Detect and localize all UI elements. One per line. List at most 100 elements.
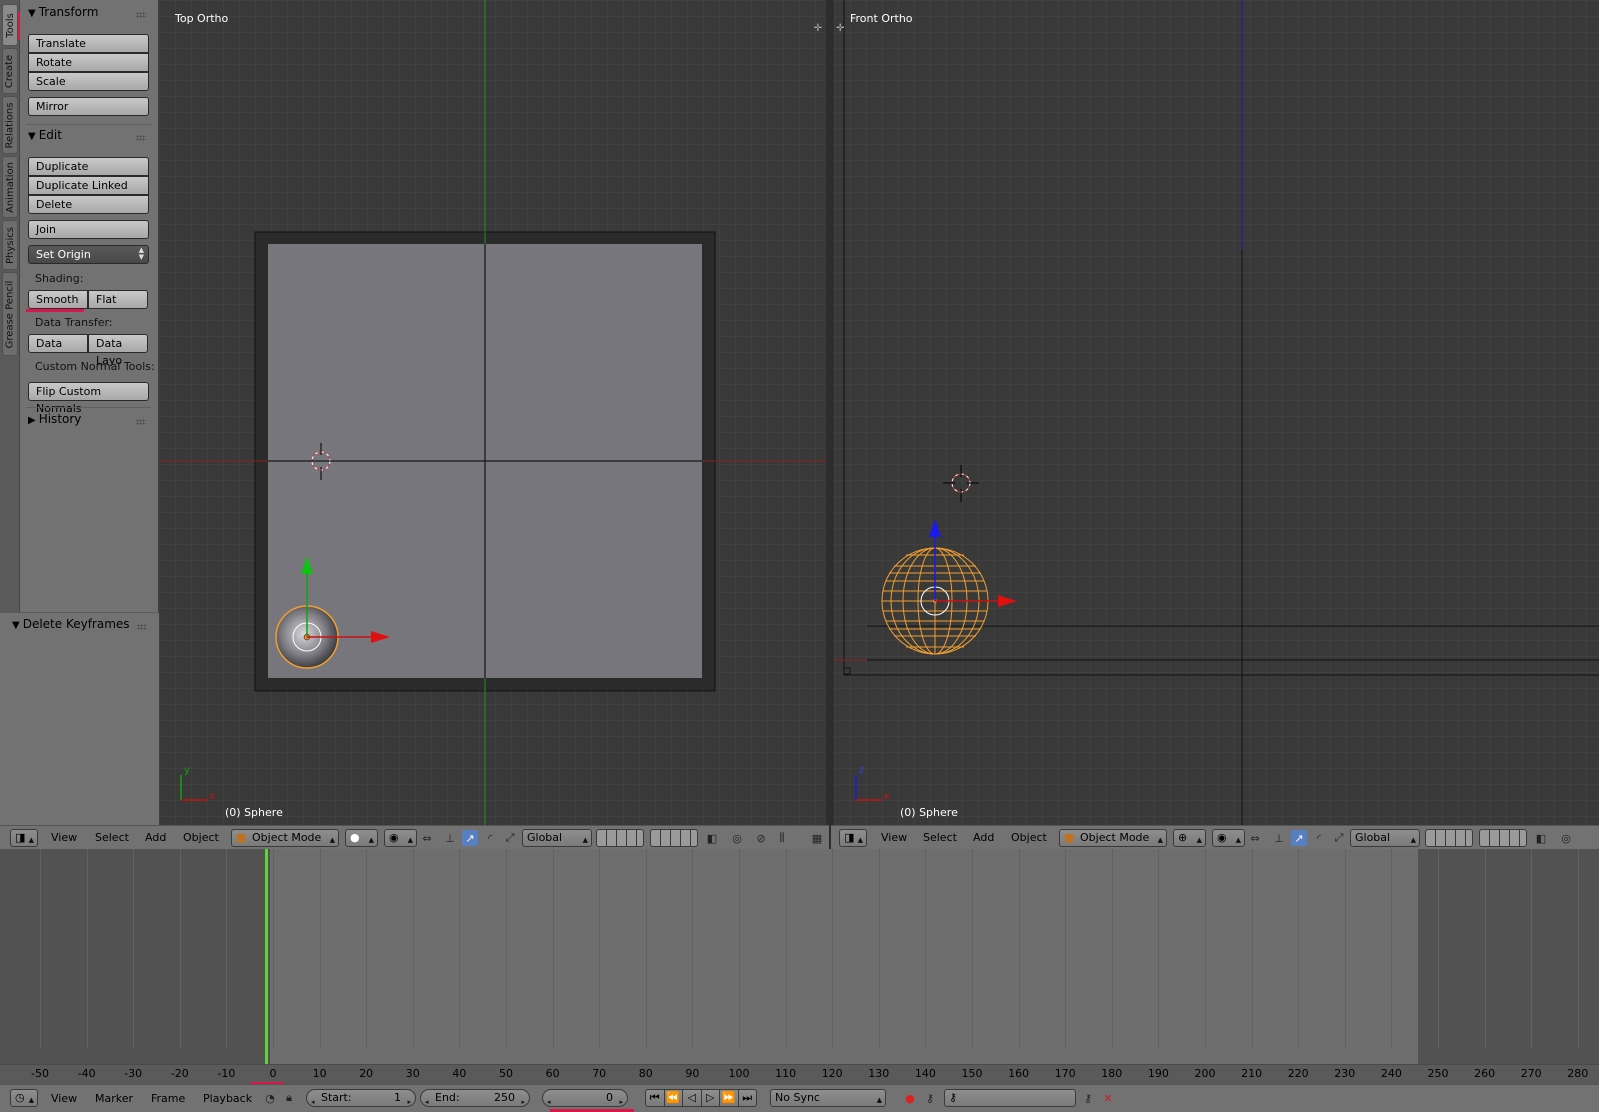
next-keyframe-icon[interactable]: ⏩ [720,1090,739,1106]
viewport-top-ortho[interactable]: Top Ortho y x (0) Sphere ✛ [159,0,826,825]
menu-select[interactable]: Select [95,831,129,844]
manipulator-axes-icon[interactable]: ⊥ [1271,830,1287,846]
menu-frame[interactable]: Frame [151,1092,185,1105]
lock-layers-icon[interactable]: ◧ [704,830,720,846]
menu-view[interactable]: View [881,831,907,844]
play-icon[interactable]: ▷ [702,1090,720,1106]
tab-physics[interactable]: Physics [2,220,18,270]
smooth-button[interactable]: Smooth [28,290,88,309]
ruler-tick-label: 230 [1334,1067,1356,1080]
lock-layers-icon[interactable]: ◧ [1533,830,1549,846]
tab-create[interactable]: Create [2,48,18,94]
panel-grip-icon[interactable] [137,624,147,630]
translate-button[interactable]: Translate [28,34,149,53]
set-origin-dropdown[interactable]: Set Origin ▲ ▼ [28,245,149,264]
panel-grip-icon[interactable] [136,419,146,425]
menu-add[interactable]: Add [145,831,166,844]
opengl-render-icon[interactable]: ▦ [809,830,825,846]
transform-gizmo[interactable] [929,519,1017,607]
mode-selector[interactable]: ■ Object Mode ▲▼ [1059,829,1167,860]
translate-manipulator-icon[interactable]: ↗ [462,830,478,846]
menu-view[interactable]: View [51,831,77,844]
rotate-manipulator-icon[interactable]: ◜ [482,830,498,846]
translate-manipulator-icon[interactable]: ↗ [1291,830,1307,846]
tab-tools[interactable]: Tools [2,4,18,46]
flip-custom-normals-button[interactable]: Flip Custom Normals [28,382,149,415]
orientation-selector[interactable]: Global ▲▼ [522,829,592,860]
flat-button[interactable]: Flat [88,290,148,309]
menu-marker[interactable]: Marker [95,1092,133,1105]
panel-grip-icon[interactable] [136,12,146,18]
duplicate-button[interactable]: Duplicate [28,157,149,176]
end-frame-field[interactable]: ◂ End: 250 ▸ [420,1089,530,1107]
jump-to-end-icon[interactable]: ⏭ [739,1090,757,1106]
split-area-icon[interactable]: ✛ [814,23,822,34]
menu-object[interactable]: Object [1011,831,1047,844]
playhead[interactable] [265,849,268,1064]
set-origin-label: Set Origin [36,248,91,261]
delete-keyframes-panel-header[interactable]: ▼ Delete Keyframes [12,617,130,631]
layers-row-2[interactable] [650,829,698,847]
editor-type-selector[interactable]: ◷▲▼ [10,1089,38,1107]
lock-time-icon[interactable]: 🔒︎ [281,1090,297,1106]
start-frame-field[interactable]: ◂ Start: 1 ▸ [306,1089,416,1107]
manipulator-toggle-icon[interactable]: ⇔ [1247,830,1263,846]
render-preview-icon[interactable]: ◎ [1558,830,1574,846]
mode-selector[interactable]: ■ Object Mode ▲▼ [231,829,339,860]
rotate-manipulator-icon[interactable]: ◜ [1311,830,1327,846]
delete-button[interactable]: Delete [28,195,149,214]
orientation-selector[interactable]: Global ▲▼ [1350,829,1420,860]
scale-button[interactable]: Scale [28,72,149,91]
panel-grip-icon[interactable] [136,135,146,141]
layers-row-1[interactable] [1425,829,1473,847]
pivot-point-selector[interactable]: ◉▲▼ [1212,829,1245,860]
render-preview-icon[interactable]: ◎ [729,830,745,846]
manipulator-axes-icon[interactable]: ⊥ [442,830,458,846]
duplicate-linked-button[interactable]: Duplicate Linked [28,176,149,195]
data-button[interactable]: Data [28,334,88,353]
menu-playback[interactable]: Playback [203,1092,252,1105]
mirror-button[interactable]: Mirror [28,97,149,116]
preview-range-icon[interactable]: ◔ [262,1090,278,1106]
timeline-ruler[interactable]: -50 -40 -30 -20 -10 0 10 20 30 40 50 60 70 80 90 100 110… [0,1064,1599,1085]
menu-view[interactable]: View [51,1092,77,1105]
manipulator-toggle-icon[interactable]: ⇔ [419,830,435,846]
scale-manipulator-icon[interactable]: ⤢ [502,830,518,846]
split-area-icon[interactable]: ✛ [836,23,844,34]
proportional-edit-icon[interactable]: ⊘ [753,830,769,846]
shading-mode-selector[interactable]: ⊕▲▼ [1173,829,1206,860]
layers-row-2[interactable] [1479,829,1527,847]
timeline-area[interactable] [0,849,1599,1064]
prev-keyframe-icon[interactable]: ⏪ [665,1090,683,1106]
snap-element-icon[interactable]: ⫼ [774,830,790,846]
sync-mode-selector[interactable]: No Sync ▲▼ [770,1089,886,1107]
record-icon[interactable]: ● [902,1090,918,1106]
viewport-front-ortho[interactable]: Front Ortho z x (0) Sphere ✛ [831,0,1599,825]
tab-grease-pencil[interactable]: Grease Pencil [2,272,18,356]
play-reverse-icon[interactable]: ◁ [683,1090,702,1106]
history-panel-header[interactable]: ▶ History [28,412,81,426]
menu-select[interactable]: Select [923,831,957,844]
data-layout-button[interactable]: Data Layo [88,334,148,367]
scale-manipulator-icon[interactable]: ⤢ [1331,830,1347,846]
delete-keyframe-icon[interactable]: ✕ [1100,1090,1116,1106]
tab-animation[interactable]: Animation [2,156,18,218]
editor-type-selector[interactable]: ◨▲▼ [10,829,38,860]
jump-to-start-icon[interactable]: ⏮ [646,1090,665,1106]
edit-panel-header[interactable]: ▼ Edit [28,128,62,142]
shading-mode-selector[interactable]: ●▲▼ [345,829,378,860]
rotate-button[interactable]: Rotate [28,53,149,72]
layers-row-1[interactable] [596,829,644,847]
keying-set-field[interactable]: ⚷ [944,1089,1076,1107]
menu-object[interactable]: Object [183,831,219,844]
keying-set-icon[interactable]: ⚷ [922,1090,938,1106]
transform-panel-header[interactable]: ▼ Transform [28,5,98,19]
tab-relations[interactable]: Relations [2,96,18,154]
menu-add[interactable]: Add [973,831,994,844]
editor-type-selector[interactable]: ◨▲▼ [839,829,867,860]
3d-cursor-icon[interactable] [943,465,979,502]
join-button[interactable]: Join [28,220,149,239]
current-frame-field[interactable]: ◂ 0 ▸ [542,1089,628,1107]
pivot-point-selector[interactable]: ◉▲▼ [384,829,417,860]
insert-keyframe-icon[interactable]: ⚷ [1080,1090,1096,1106]
